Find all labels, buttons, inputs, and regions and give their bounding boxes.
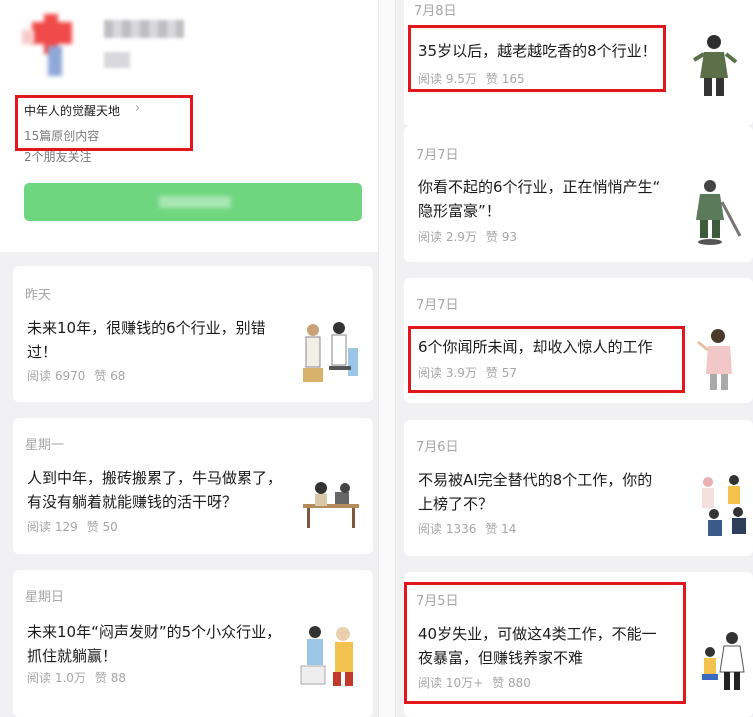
desk-worker-illustration-thumbnail [297, 474, 365, 544]
article-date: 7月6日 [416, 440, 459, 455]
article-date: 7月8日 [414, 4, 457, 19]
article-title: 你看不起的6个行业，正在悄悄产生“ 隐形富豪”！ [418, 178, 661, 220]
article-stats: 阅读 129 赞 50 [27, 520, 118, 534]
people-illustration-thumbnail [297, 620, 365, 690]
article-card[interactable]: 昨天 未来10年，很赚钱的6个行业，别错 过！ 阅读 6970 赞 68 [13, 266, 373, 402]
article-title: 未来10年，很赚钱的6个行业，别错 过！ [27, 319, 266, 361]
article-date: 昨天 [25, 288, 52, 303]
article-stats: 阅读 6970 赞 68 [27, 369, 126, 383]
left-panel: 中年人的觉醒天地 › 15篇原创内容 2个朋友关注 昨天 未来10年，很赚钱的6… [0, 0, 378, 717]
doctors-illustration-thumbnail [295, 318, 363, 388]
family-illustration-thumbnail [694, 628, 750, 698]
highlight-box-article [404, 582, 686, 704]
highlight-box-article [408, 326, 685, 393]
account-profile: 中年人的觉醒天地 › 15篇原创内容 2个朋友关注 [0, 0, 378, 252]
article-title: 人到中年，搬砖搬累了，牛马做累了， 有没有躺着就能赚钱的活干呀？ [27, 469, 283, 511]
article-stats: 阅读 2.9万赞 93 [418, 230, 517, 244]
article-card[interactable]: 7月6日 不易被AI完全替代的8个工作，你的 上榜了不？ 阅读 1336 赞 14 [404, 420, 753, 556]
blurred-button-label [159, 196, 231, 208]
woman-illustration-thumbnail [686, 30, 746, 100]
blurred-username [104, 20, 184, 38]
account-name[interactable]: 中年人的觉醒天地 [24, 102, 120, 119]
screenshot-root: 中年人的觉醒天地 › 15篇原创内容 2个朋友关注 昨天 未来10年，很赚钱的6… [0, 0, 753, 717]
article-date: 星期日 [25, 590, 65, 605]
article-date: 星期一 [25, 438, 65, 453]
surprised-woman-illustration-thumbnail [694, 324, 746, 394]
article-date: 7月7日 [416, 298, 459, 313]
friends-following: 2个朋友关注 [24, 150, 92, 164]
right-panel: 7月8日 35岁以后，越老越吃香的8个行业！ 阅读 9.5万赞 165 7月7日… [396, 0, 753, 717]
office-people-illustration-thumbnail [694, 470, 750, 540]
article-card[interactable]: 星期日 未来10年“闷声发财”的5个小众行业， 抓住就躺赢！ 阅读 1.0万赞 8… [13, 570, 373, 717]
blurred-id [104, 52, 130, 68]
avatar[interactable] [22, 10, 92, 80]
article-date: 7月7日 [416, 148, 459, 163]
original-content-count: 15篇原创内容 [24, 129, 100, 143]
article-card[interactable]: 星期一 人到中年，搬砖搬累了，牛马做累了， 有没有躺着就能赚钱的活干呀？ 阅读 1… [13, 418, 373, 554]
follow-button[interactable] [24, 183, 362, 221]
chevron-right-icon[interactable]: › [135, 101, 140, 116]
article-stats: 阅读 1336 赞 14 [418, 522, 517, 536]
worker-illustration-thumbnail [686, 176, 746, 246]
article-title: 不易被AI完全替代的8个工作，你的 上榜了不？ [418, 471, 653, 513]
panel-divider [378, 0, 396, 717]
article-card[interactable]: 7月7日 你看不起的6个行业，正在悄悄产生“ 隐形富豪”！ 阅读 2.9万赞 93 [404, 126, 753, 262]
article-title: 未来10年“闷声发财”的5个小众行业， 抓住就躺赢！ [27, 623, 282, 665]
article-stats: 阅读 1.0万赞 88 [27, 671, 126, 685]
highlight-box-article [408, 25, 666, 92]
